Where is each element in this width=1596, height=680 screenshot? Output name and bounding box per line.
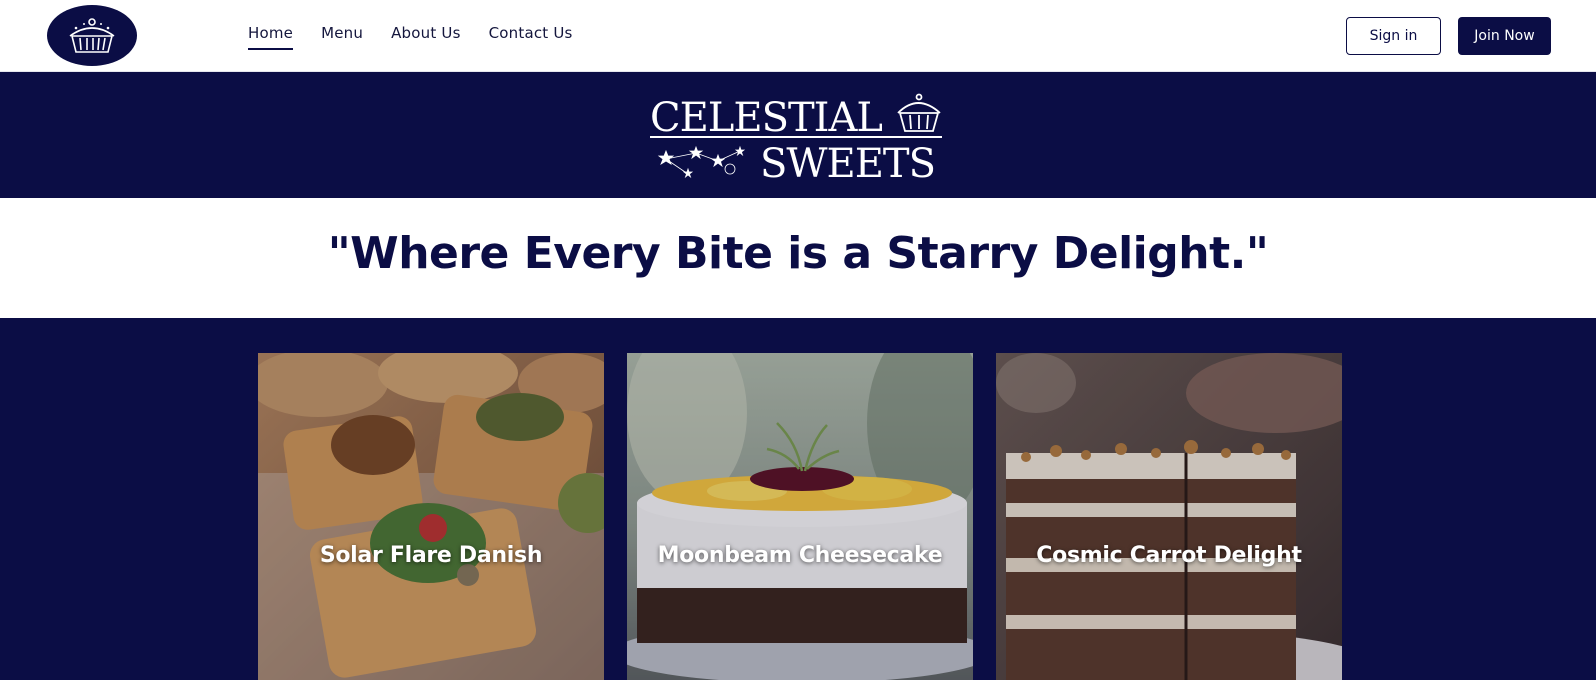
cupcake-icon: [897, 93, 941, 132]
carrot-cake-image: [996, 353, 1342, 680]
product-title: Solar Flare Danish: [319, 543, 543, 568]
top-navbar: Home Menu About Us Contact Us Sign in Jo…: [0, 0, 1596, 72]
nav-link-home[interactable]: Home: [248, 24, 294, 50]
brand-line2: SWEETS: [760, 141, 935, 181]
tagline-section: "Where Every Bite is a Starry Delight.": [0, 198, 1596, 318]
product-card-solar-flare-danish[interactable]: Solar Flare Danish: [258, 353, 604, 680]
product-title: Moonbeam Cheesecake: [657, 543, 943, 568]
brand-banner: CELESTIAL SWEETS: [0, 72, 1596, 198]
featured-products: Solar Flare Danish Moonbeam Cheesecake C…: [0, 318, 1596, 680]
cupcake-logo-icon[interactable]: [47, 5, 137, 66]
brand-line1: CELESTIAL: [650, 95, 882, 141]
product-card-cosmic-carrot-delight[interactable]: Cosmic Carrot Delight: [996, 353, 1342, 680]
nav-link-menu[interactable]: Menu: [321, 24, 363, 50]
nav-link-about-us[interactable]: About Us: [391, 24, 461, 50]
celestial-sweets-logo: CELESTIAL SWEETS: [650, 93, 942, 181]
sign-in-button[interactable]: Sign in: [1346, 17, 1441, 55]
cheesecake-image: [627, 353, 973, 680]
tagline: "Where Every Bite is a Starry Delight.": [327, 227, 1269, 279]
nav-link-contact-us[interactable]: Contact Us: [489, 24, 573, 50]
join-now-button[interactable]: Join Now: [1458, 17, 1551, 55]
constellation-icon: [657, 145, 746, 179]
main-nav: Home Menu About Us Contact Us: [248, 24, 573, 50]
danish-image: [258, 353, 604, 680]
product-card-moonbeam-cheesecake[interactable]: Moonbeam Cheesecake: [627, 353, 973, 680]
product-title: Cosmic Carrot Delight: [1036, 543, 1302, 568]
